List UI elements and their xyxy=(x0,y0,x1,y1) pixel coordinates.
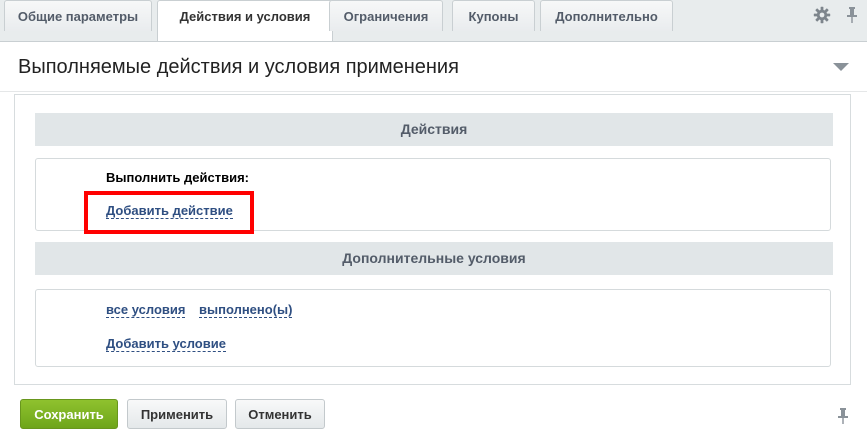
gear-icon[interactable] xyxy=(813,6,831,24)
apply-button[interactable]: Применить xyxy=(127,399,227,429)
page-title: Выполняемые действия и условия применени… xyxy=(18,56,459,78)
fulfilled-link[interactable]: выполнено(ы) xyxy=(199,302,293,318)
chevron-down-icon[interactable] xyxy=(833,62,849,72)
all-conditions-link[interactable]: все условия xyxy=(106,302,186,318)
divider xyxy=(0,91,867,92)
conditions-header: Дополнительные условия xyxy=(35,242,833,275)
pin-icon[interactable] xyxy=(836,407,850,425)
tab-general-params[interactable]: Общие параметры xyxy=(4,0,152,31)
save-button[interactable]: Сохранить xyxy=(20,399,118,429)
tab-restrictions[interactable]: Ограничения xyxy=(329,0,443,31)
conditions-box: все условия выполнено(ы) Добавить услови… xyxy=(35,289,831,367)
add-condition-link[interactable]: Добавить условие xyxy=(106,336,226,352)
cancel-button[interactable]: Отменить xyxy=(235,399,325,429)
highlight-frame xyxy=(84,191,254,234)
tab-additional[interactable]: Дополнительно xyxy=(540,0,673,31)
content-area: Действия Выполнить действия: Добавить де… xyxy=(14,94,851,385)
main-panel: Выполняемые действия и условия применени… xyxy=(0,41,867,442)
tab-actions-conditions[interactable]: Действия и условия xyxy=(157,0,333,42)
pin-icon[interactable] xyxy=(845,6,859,24)
tab-coupons[interactable]: Купоны xyxy=(452,0,535,31)
execute-actions-label: Выполнить действия: xyxy=(106,170,249,185)
tab-bar: Общие параметры Действия и условия Огран… xyxy=(0,0,867,42)
actions-header: Действия xyxy=(35,113,833,146)
